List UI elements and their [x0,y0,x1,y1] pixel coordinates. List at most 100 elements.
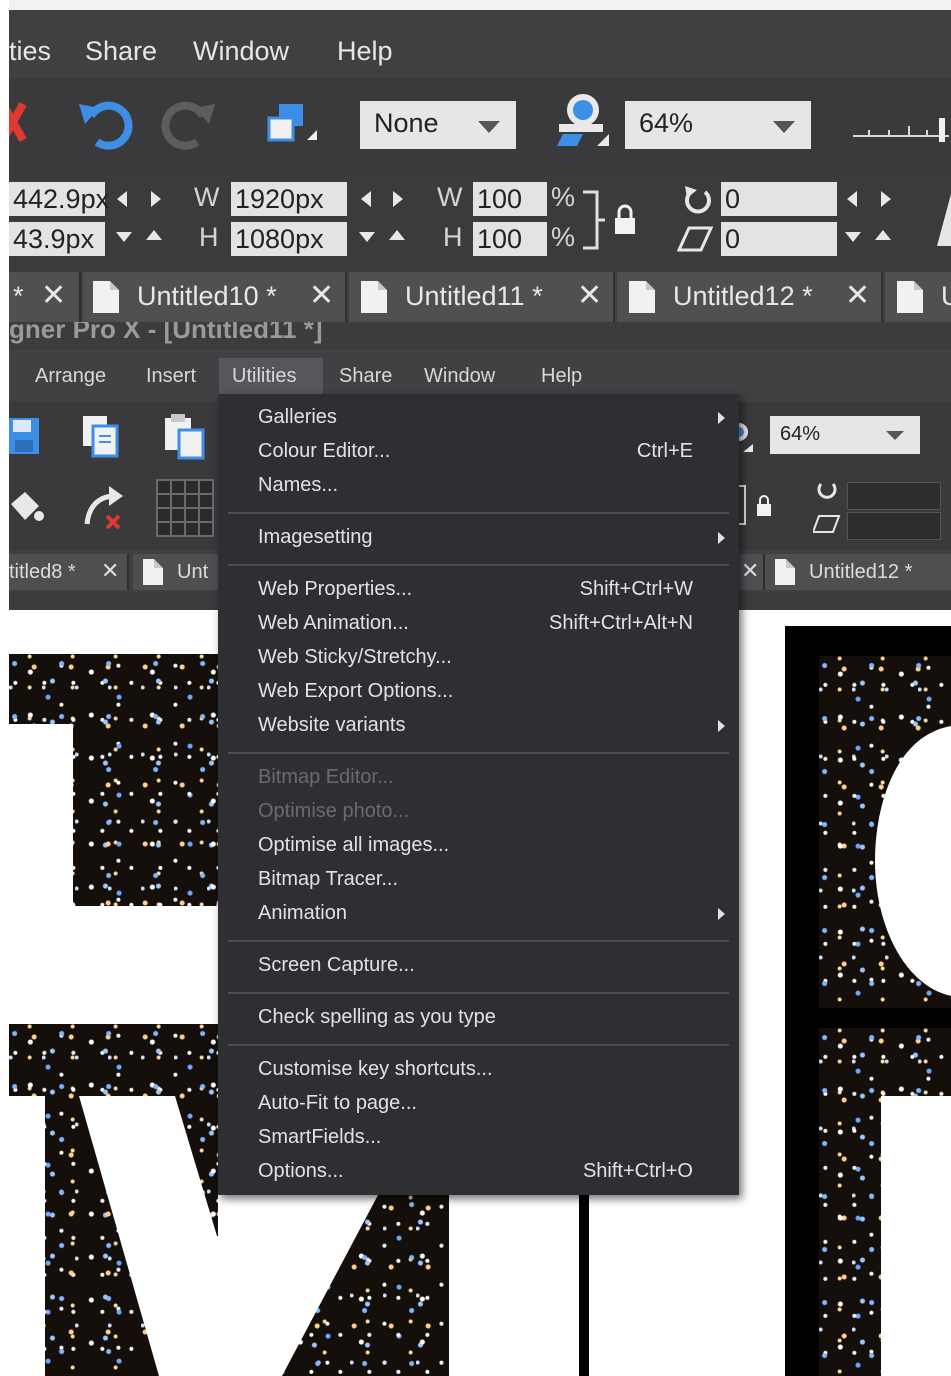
aspect-lock-icon[interactable] [581,188,641,254]
menu-item-bitmap-tracer[interactable]: Bitmap Tracer... [258,868,398,891]
arrow-up-icon[interactable] [389,230,405,240]
menu-item-website-variants[interactable]: Website variants [258,714,405,737]
menu-help[interactable]: Help [541,365,582,388]
menu-item-optimise-all[interactable]: Optimise all images... [258,834,449,857]
menu-item-optimise-photo: Optimise photo... [258,800,410,822]
arrange-icon[interactable] [263,96,323,156]
save-icon[interactable] [9,416,43,456]
menu-share[interactable]: Share [85,36,157,67]
arrow-right-icon[interactable] [393,191,403,207]
menu-item-smartfields[interactable]: SmartFields... [258,1126,381,1149]
menu-item-imagesetting[interactable]: Imagesetting [258,526,373,549]
delete-icon[interactable] [9,100,29,146]
close-icon[interactable]: ✕ [41,278,66,313]
menu-arrange[interactable]: Arrange [35,365,106,388]
rotate-field[interactable]: 0 [721,182,837,216]
document-tab[interactable]: Untitled11 * ✕ [349,272,615,322]
arrow-right-icon[interactable] [881,191,891,207]
arrow-down-icon[interactable] [845,232,861,242]
rotate-field[interactable] [847,482,941,510]
menu-item-web-animation[interactable]: Web Animation... [258,612,409,635]
menu-item-auto-fit[interactable]: Auto-Fit to page... [258,1092,417,1115]
arrow-right-icon[interactable] [151,191,161,207]
zoom-tool-icon[interactable] [549,90,613,156]
menu-item-animation[interactable]: Animation [258,902,347,925]
document-tab[interactable]: U [885,272,951,322]
close-icon[interactable]: ✕ [309,278,334,313]
percent-label: % [551,222,576,252]
menu-window[interactable]: Window [193,36,289,67]
screenshot-root: ties Share Window Help None 64% 442.9px … [0,0,951,1376]
height-field[interactable]: 1080px [231,222,347,256]
arrow-left-icon[interactable] [361,191,371,207]
menu-insert[interactable]: Insert [146,365,196,388]
document-icon [775,559,795,585]
arrow-left-icon[interactable] [117,191,127,207]
scale-height-field[interactable]: 100 [473,222,547,256]
copy-icon[interactable] [79,412,127,458]
zoom-dropdown[interactable]: 64% [625,101,811,149]
tab-label: * [13,281,24,311]
document-tab[interactable]: Unt [133,554,225,590]
close-icon[interactable]: ✕ [741,558,759,584]
transform-icon[interactable] [79,484,127,532]
undo-icon[interactable] [75,94,135,154]
skew-field[interactable]: 0 [721,222,837,256]
window-title: gner Pro X - [Untitled11 *] [9,322,323,344]
menu-item-galleries[interactable]: Galleries [258,406,337,429]
arrow-left-icon[interactable] [847,191,857,207]
x-position-field[interactable]: 442.9px [9,182,109,216]
menu-item-options[interactable]: Options... [258,1160,344,1183]
menu-separator [228,992,729,994]
y-position-field[interactable]: 43.9px [9,222,105,256]
skew-field[interactable] [847,512,941,540]
scale-width-field[interactable]: 100 [473,182,547,216]
tab-label: Untitled12 * [809,561,913,583]
zoom-slider[interactable] [849,114,951,144]
menu-item-names[interactable]: Names... [258,474,338,497]
menu-separator [228,512,729,514]
document-tab[interactable]: Untitled12 * [765,554,951,590]
zoom-dropdown[interactable]: 64% [770,416,920,454]
redo-icon[interactable] [159,94,219,154]
fill-icon[interactable] [9,486,49,526]
menu-item-screen-capture[interactable]: Screen Capture... [258,954,415,977]
flip-icon[interactable] [933,190,951,246]
menu-utilities-partial[interactable]: ties [9,36,51,67]
menu-item-colour-editor[interactable]: Colour Editor... [258,440,390,463]
arrow-down-icon[interactable] [359,232,375,242]
menu-share[interactable]: Share [339,365,392,388]
grid-icon[interactable] [155,478,215,538]
chevron-down-icon [478,121,500,133]
document-tab[interactable]: Untitled10 * ✕ [83,272,347,322]
chevron-down-icon [886,431,904,440]
close-icon[interactable]: ✕ [101,558,119,584]
menu-window[interactable]: Window [424,365,495,388]
document-icon [897,281,923,313]
tab-label: titled8 * [9,561,76,583]
arrow-up-icon[interactable] [146,230,162,240]
close-icon[interactable]: ✕ [577,278,602,313]
menu-utilities[interactable]: Utilities [232,365,296,388]
menu-item-web-sticky[interactable]: Web Sticky/Stretchy... [258,646,452,669]
menu-item-bitmap-editor: Bitmap Editor... [258,766,394,788]
arrow-down-icon[interactable] [116,232,132,242]
close-icon[interactable]: ✕ [845,278,870,313]
letter-shape [79,1096,223,1376]
menu-item-check-spelling[interactable]: Check spelling as you type [258,1006,496,1029]
document-tab[interactable]: titled8 * ✕ [9,554,129,590]
document-tab[interactable]: ✕ [739,554,765,590]
zoom-value: 64% [780,423,821,445]
menu-item-customise-keys[interactable]: Customise key shortcuts... [258,1058,493,1081]
arrow-up-icon[interactable] [875,230,891,240]
document-tab[interactable]: Untitled12 * ✕ [617,272,883,322]
menu-item-web-properties[interactable]: Web Properties... [258,578,412,601]
menu-help[interactable]: Help [337,36,393,67]
document-tab[interactable]: * ✕ [9,272,81,322]
paste-icon[interactable] [161,412,211,460]
width-field[interactable]: 1920px [231,182,347,216]
menu-item-web-export[interactable]: Web Export Options... [258,680,453,703]
letter-shape [875,726,951,996]
line-style-dropdown[interactable]: None [360,101,516,149]
aspect-lock-icon[interactable] [735,482,779,530]
